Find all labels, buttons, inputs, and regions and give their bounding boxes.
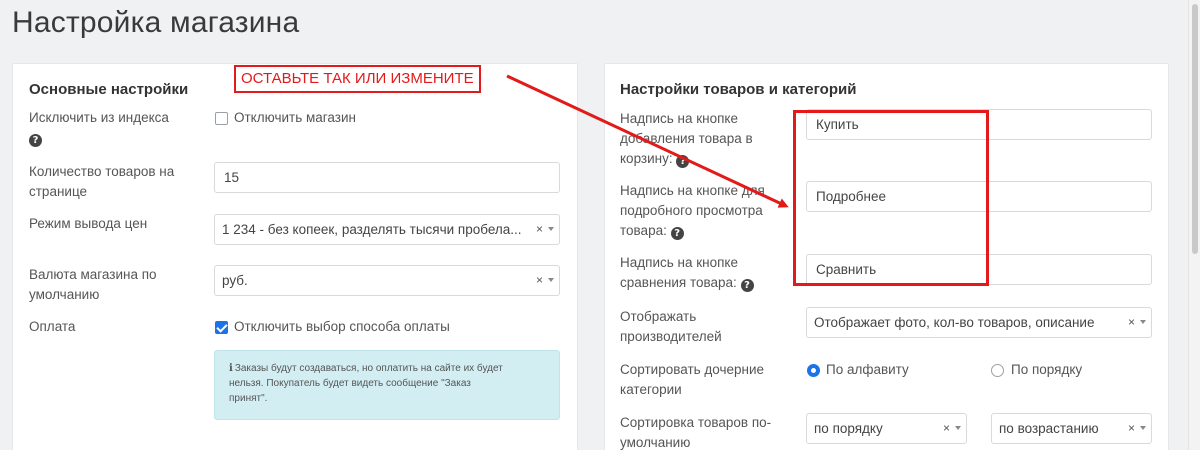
help-icon[interactable]: ? — [670, 227, 684, 240]
alert-line1: Заказы будут создаваться, но оплатить на… — [234, 363, 503, 374]
items-per-page-label: Количество товаров на странице — [29, 162, 174, 202]
annotation-callout: ОСТАВЬТЕ ТАК ИЛИ ИЗМЕНИТЕ — [234, 65, 481, 93]
manufacturers-value: Отображает фото, кол-во товаров, описани… — [814, 315, 1095, 330]
default-sort-field-select[interactable]: по порядку × — [806, 413, 967, 444]
clear-x-icon[interactable]: × — [1128, 414, 1135, 443]
alert-line2: нельзя. Покупатель будет видеть сообщени… — [229, 378, 471, 389]
clear-x-icon[interactable]: × — [536, 266, 543, 295]
buy-button-label: Надпись на кнопке добавления товара в ко… — [620, 109, 753, 169]
clear-x-icon[interactable]: × — [536, 215, 543, 244]
buy-label-line1: Надпись на кнопке — [620, 111, 738, 126]
chevron-down-icon[interactable] — [955, 426, 961, 430]
details-button-label: Надпись на кнопке для подробного просмот… — [620, 181, 765, 241]
price-mode-label: Режим вывода цен — [29, 216, 148, 231]
price-mode-value: 1 234 - без копеек, разделять тысячи про… — [222, 222, 522, 237]
chevron-down-icon[interactable] — [1140, 426, 1146, 430]
basic-settings-panel: Основные настройки Исключить из индекса … — [12, 63, 578, 450]
chevron-down-icon[interactable] — [548, 227, 554, 231]
sort-alpha-label: По алфавиту — [826, 362, 909, 377]
disable-shop-label: Отключить магазин — [234, 110, 356, 125]
buy-label-line3: корзину: — [620, 151, 673, 166]
sort-order-radio[interactable] — [991, 364, 1004, 377]
details-button-text-input[interactable]: Подробнее — [806, 181, 1152, 212]
buy-button-text-input[interactable]: Купить — [806, 109, 1152, 140]
default-sort-label: Сортировка товаров по- умолчанию — [620, 413, 771, 450]
sort-field-value: по порядку — [814, 421, 883, 436]
exclude-index-label-text: Исключить из индекса — [29, 110, 169, 125]
sort-direction-value: по возрастанию — [999, 421, 1099, 436]
help-icon[interactable]: ? — [29, 134, 42, 147]
currency-select[interactable]: руб. × — [214, 265, 560, 296]
product-settings-title: Настройки товаров и категорий — [620, 81, 857, 98]
currency-label: Валюта магазина по умолчанию — [29, 265, 157, 305]
currency-value: руб. — [222, 273, 248, 288]
details-label-line2: подробного просмотра — [620, 203, 763, 218]
manufacturers-label-line1: Отображать — [620, 309, 697, 324]
sort-order-label: По порядку — [1011, 362, 1083, 377]
default-sort-label-line2: умолчанию — [620, 435, 691, 450]
manufacturers-label-line2: производителей — [620, 329, 722, 344]
items-per-page-label-line2: странице — [29, 184, 88, 199]
chevron-down-icon[interactable] — [1140, 320, 1146, 324]
compare-button-text-input[interactable]: Сравнить — [806, 254, 1152, 285]
payment-info-alert: i Заказы будут создаваться, но оплатить н… — [214, 350, 560, 420]
payment-label: Оплата — [29, 319, 76, 334]
sort-children-label: Сортировать дочерние категории — [620, 360, 764, 400]
page-title: Настройка магазина — [12, 6, 300, 39]
chevron-down-icon[interactable] — [548, 278, 554, 282]
clear-x-icon[interactable]: × — [1128, 308, 1135, 337]
sort-alpha-radio[interactable] — [807, 364, 820, 377]
product-settings-panel: Настройки товаров и категорий Надпись на… — [604, 63, 1169, 450]
buy-label-line2: добавления товара в — [620, 131, 753, 146]
info-icon: i — [229, 363, 233, 374]
sort-children-label-line1: Сортировать дочерние — [620, 362, 765, 377]
sort-children-label-line2: категории — [620, 382, 682, 397]
help-icon[interactable]: ? — [740, 279, 754, 292]
show-manufacturers-label: Отображать производителей — [620, 307, 722, 347]
currency-label-line2: умолчанию — [29, 287, 100, 302]
show-manufacturers-select[interactable]: Отображает фото, кол-во товаров, описани… — [806, 307, 1152, 338]
page-scrollbar[interactable] — [1188, 0, 1200, 450]
compare-button-label: Надпись на кнопке сравнения товара: ? — [620, 253, 754, 293]
currency-label-line1: Валюта магазина по — [29, 267, 157, 282]
items-per-page-label-line1: Количество товаров на — [29, 164, 175, 179]
price-mode-select[interactable]: 1 234 - без копеек, разделять тысячи про… — [214, 214, 560, 245]
scrollbar-thumb[interactable] — [1192, 4, 1198, 254]
items-per-page-input[interactable]: 15 — [214, 162, 560, 193]
basic-settings-title: Основные настройки — [29, 81, 189, 98]
details-label-line1: Надпись на кнопке для — [620, 183, 765, 198]
clear-x-icon[interactable]: × — [943, 414, 950, 443]
disable-shop-checkbox[interactable] — [215, 112, 228, 125]
alert-line3: принят". — [229, 393, 268, 404]
disable-payment-label: Отключить выбор способа оплаты — [234, 319, 450, 334]
exclude-index-label: Исключить из индекса ? — [29, 108, 169, 148]
compare-label-line2: сравнения товара: — [620, 275, 737, 290]
disable-payment-checkbox[interactable] — [215, 321, 228, 334]
default-sort-direction-select[interactable]: по возрастанию × — [991, 413, 1152, 444]
default-sort-label-line1: Сортировка товаров по- — [620, 415, 772, 430]
help-icon[interactable]: ? — [676, 155, 690, 168]
details-label-line3: товара: — [620, 223, 667, 238]
compare-label-line1: Надпись на кнопке — [620, 255, 738, 270]
